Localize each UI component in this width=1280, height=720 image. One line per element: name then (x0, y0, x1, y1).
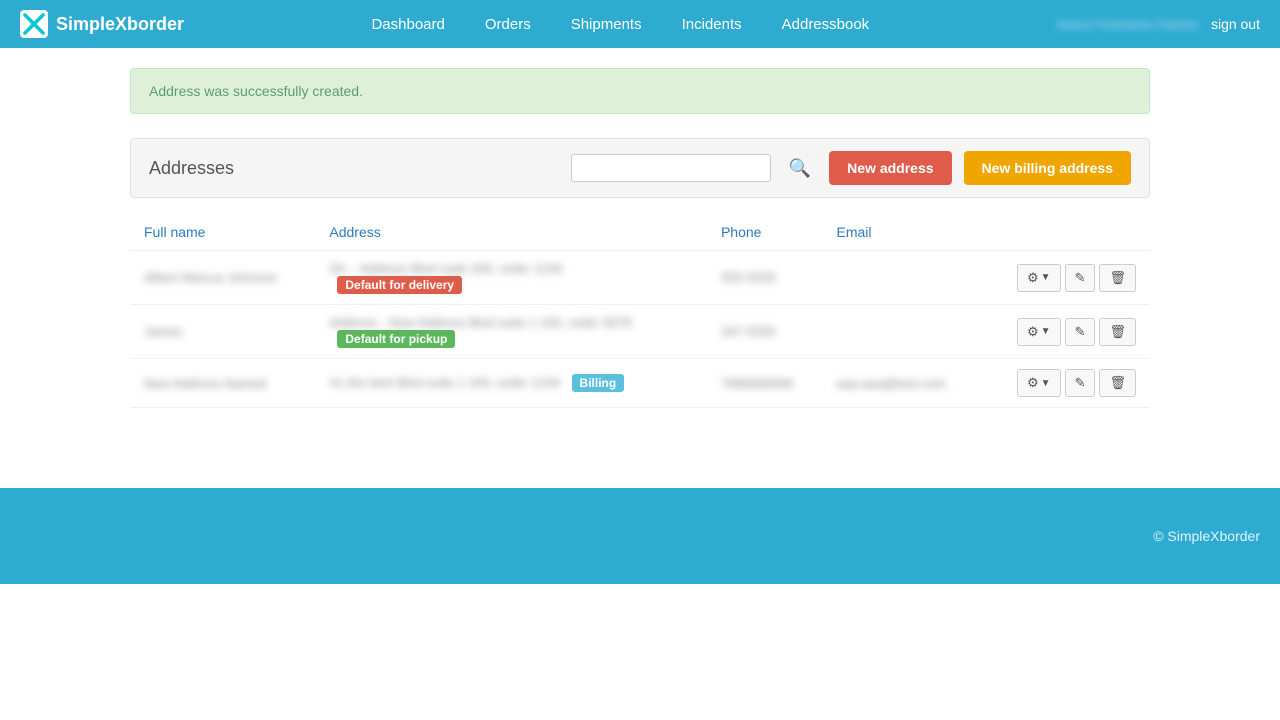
table-row: James Address - New Address Blvd suite 1… (130, 305, 1150, 359)
gear-icon: ⚙ (1027, 270, 1039, 286)
trash-icon: 🗑 (1109, 375, 1126, 391)
caret-icon: ▼ (1041, 272, 1051, 283)
success-message: Address was successfully created. (149, 83, 363, 99)
search-input[interactable] (571, 154, 771, 182)
nav-area: Dashboard Orders Shipments Incidents Add… (184, 16, 1057, 33)
table-header-row: Full name Address Phone Email (130, 214, 1150, 251)
top-bar: SimpleXborder Dashboard Orders Shipments… (0, 0, 1280, 48)
trash-icon: 🗑 (1109, 270, 1126, 286)
cell-email: aaa.aaa@test.com (823, 359, 981, 408)
main-content: Address was successfully created. Addres… (130, 48, 1150, 428)
delete-button-2[interactable]: 🗑 (1099, 369, 1136, 397)
edit-icon: ✎ (1075, 375, 1086, 391)
delete-button-0[interactable]: 🗑 (1099, 264, 1136, 292)
caret-icon: ▼ (1041, 378, 1051, 389)
search-icon: 🔍 (789, 158, 811, 178)
new-billing-address-button[interactable]: New billing address (964, 151, 1131, 185)
action-buttons: ⚙ ▼ ✎ 🗑 (995, 318, 1136, 346)
copyright: © SimpleXborder (1153, 528, 1260, 544)
edit-button-2[interactable]: ✎ (1065, 369, 1096, 397)
gear-icon: ⚙ (1027, 375, 1039, 391)
badge-billing: Billing (572, 374, 625, 392)
cell-address: 41 the best Blvd suite 1 100, order 1234… (315, 359, 707, 408)
new-address-button[interactable]: New address (829, 151, 951, 185)
nav-addressbook[interactable]: Addressbook (762, 16, 890, 33)
cell-address: Address - New Address Blvd suite 1 100, … (315, 305, 707, 359)
delete-button-1[interactable]: 🗑 (1099, 318, 1136, 346)
cell-email (823, 251, 981, 305)
cell-full-name: Albert Marcus Johnson (130, 251, 315, 305)
col-full-name: Full name (130, 214, 315, 251)
col-actions (981, 214, 1150, 251)
badge-delivery: Default for delivery (337, 276, 462, 294)
gear-button-1[interactable]: ⚙ ▼ (1017, 318, 1061, 346)
col-address: Address (315, 214, 707, 251)
footer: © SimpleXborder (0, 488, 1280, 584)
search-button[interactable]: 🔍 (783, 156, 817, 181)
user-name: Name Firstname Partner (1057, 17, 1199, 32)
nav-incidents[interactable]: Incidents (662, 16, 762, 33)
edit-icon: ✎ (1075, 270, 1086, 286)
edit-button-1[interactable]: ✎ (1065, 318, 1096, 346)
gear-icon: ⚙ (1027, 324, 1039, 340)
cell-phone: 555-5555 (707, 251, 823, 305)
sign-out-link[interactable]: sign out (1211, 16, 1260, 32)
table-row: New Address Named 41 the best Blvd suite… (130, 359, 1150, 408)
cell-actions: ⚙ ▼ ✎ 🗑 (981, 251, 1150, 305)
addresses-header: Addresses 🔍 New address New billing addr… (130, 138, 1150, 198)
action-buttons: ⚙ ▼ ✎ 🗑 (995, 369, 1136, 397)
cell-address: Str. - Address Blvd suite 200, order 123… (315, 251, 707, 305)
cell-actions: ⚙ ▼ ✎ 🗑 (981, 359, 1150, 408)
cell-actions: ⚙ ▼ ✎ 🗑 (981, 305, 1150, 359)
trash-icon: 🗑 (1109, 324, 1126, 340)
nav-orders[interactable]: Orders (465, 16, 551, 33)
logo-area: SimpleXborder (20, 10, 184, 38)
gear-button-2[interactable]: ⚙ ▼ (1017, 369, 1061, 397)
user-area: Name Firstname Partner sign out (1057, 16, 1260, 32)
gear-button-0[interactable]: ⚙ ▼ (1017, 264, 1061, 292)
success-banner: Address was successfully created. (130, 68, 1150, 114)
badge-pickup: Default for pickup (337, 330, 455, 348)
cell-phone: 7899999099 (707, 359, 823, 408)
col-phone: Phone (707, 214, 823, 251)
nav-shipments[interactable]: Shipments (551, 16, 662, 33)
col-email: Email (823, 214, 981, 251)
table-row: Albert Marcus Johnson Str. - Address Blv… (130, 251, 1150, 305)
cell-full-name: James (130, 305, 315, 359)
nav-dashboard[interactable]: Dashboard (351, 16, 464, 33)
cell-email (823, 305, 981, 359)
logo-text: SimpleXborder (56, 14, 184, 35)
logo-icon (20, 10, 48, 38)
edit-button-0[interactable]: ✎ (1065, 264, 1096, 292)
cell-phone: 347-5555 (707, 305, 823, 359)
edit-icon: ✎ (1075, 324, 1086, 340)
addresses-table: Full name Address Phone Email Albert Mar… (130, 214, 1150, 408)
addresses-title: Addresses (149, 158, 559, 179)
cell-full-name: New Address Named (130, 359, 315, 408)
caret-icon: ▼ (1041, 326, 1051, 337)
action-buttons: ⚙ ▼ ✎ 🗑 (995, 264, 1136, 292)
